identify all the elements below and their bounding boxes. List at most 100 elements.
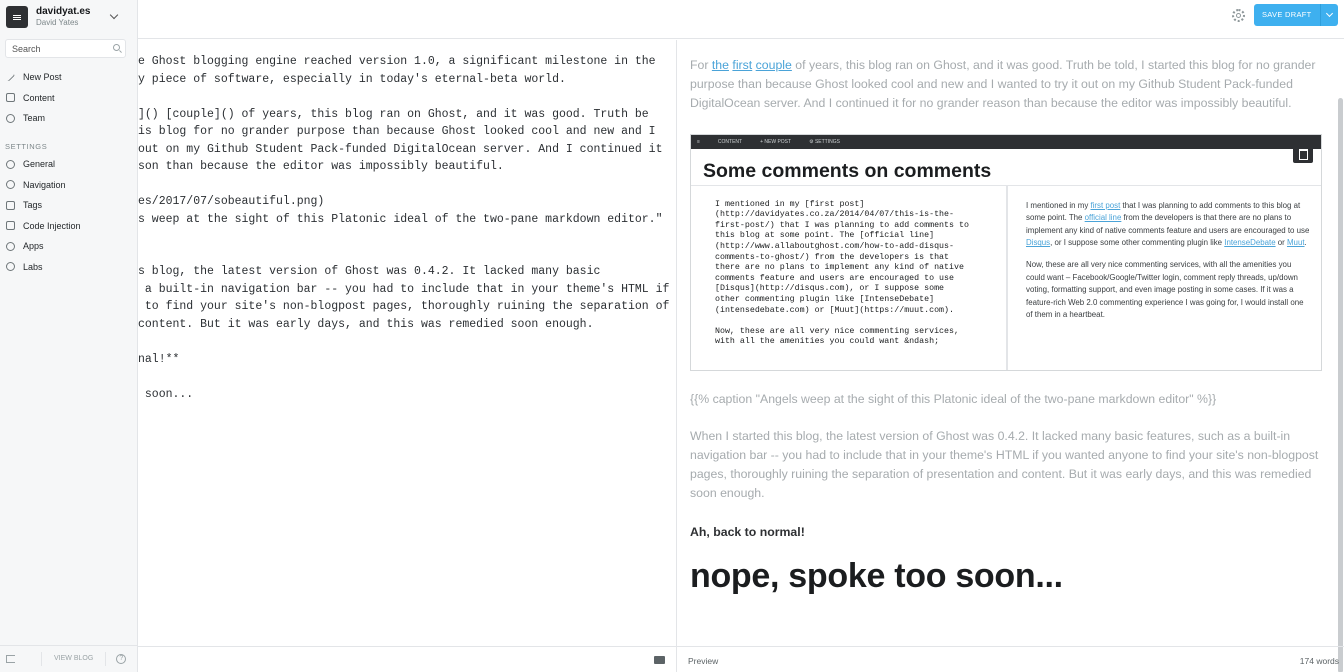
- editor-footer: [138, 646, 676, 672]
- editor-line[interactable]: to find your site's non-blogpost pages, …: [138, 298, 670, 316]
- editor-line[interactable]: s weep at the sight of this Platonic ide…: [138, 211, 669, 229]
- delete-image-icon[interactable]: [1293, 142, 1313, 163]
- editor-line[interactable]: ]() [couple]() of years, this blog ran o…: [138, 106, 669, 124]
- save-button-group: SAVE DRAFT: [1254, 4, 1338, 26]
- gear-icon: [6, 159, 15, 169]
- nav-item-apps[interactable]: Apps: [0, 236, 138, 257]
- screenshot-preview: I mentioned in my first post that I was …: [1008, 186, 1321, 370]
- editor-line[interactable]: [138, 333, 669, 351]
- sidebar: davidyat.es David Yates New Post Content…: [0, 0, 138, 672]
- editor-line[interactable]: es/2017/07/sobeautiful.png): [138, 193, 669, 211]
- preview-heading: nope, spoke too soon...: [690, 556, 1063, 595]
- screenshot-nav-settings: ⚙ SETTINGS: [809, 138, 840, 145]
- pencil-icon: [5, 72, 16, 82]
- nav-item-label: General: [23, 159, 56, 170]
- screenshot-link: Muut: [1286, 238, 1305, 248]
- blog-menu[interactable]: davidyat.es David Yates: [0, 0, 137, 34]
- help-icon[interactable]: ?: [116, 654, 127, 664]
- screenshot-link: first post: [1090, 200, 1121, 210]
- editor-line[interactable]: son than because the editor was impossib…: [138, 158, 669, 176]
- chevron-down-icon[interactable]: [109, 10, 119, 20]
- preview-scrollbar[interactable]: [1338, 40, 1344, 672]
- screenshot-post-title: Some comments on comments: [691, 149, 1321, 186]
- link-couple[interactable]: couple: [756, 58, 792, 72]
- preview-pane: For the first couple of years, this blog…: [677, 40, 1338, 645]
- nav-item-content[interactable]: Content: [0, 88, 138, 109]
- markdown-editor[interactable]: e Ghost blogging engine reached version …: [138, 40, 676, 645]
- nav-item-label: New Post: [23, 72, 62, 83]
- search-icon[interactable]: [113, 44, 120, 51]
- markdown-text[interactable]: e Ghost blogging engine reached version …: [138, 53, 669, 403]
- nav-item-tags[interactable]: Tags: [0, 195, 138, 216]
- link-the[interactable]: the: [712, 58, 729, 72]
- labs-icon: [6, 262, 15, 272]
- link-first[interactable]: first: [732, 58, 752, 72]
- screenshot-nav-content: CONTENT: [717, 138, 743, 145]
- nav-item-new-post[interactable]: New Post: [0, 67, 138, 88]
- search-box: [5, 39, 126, 58]
- tag-icon: [6, 200, 15, 210]
- nav-item-team[interactable]: Team: [0, 108, 138, 129]
- view-blog-link[interactable]: VIEW BLOG: [41, 652, 107, 666]
- editor-line[interactable]: content. But it was early days, and this…: [138, 316, 669, 334]
- blog-title: davidyat.es: [36, 6, 91, 17]
- nav-item-label: Code Injection: [23, 220, 81, 231]
- word-count: 174 words: [1299, 656, 1339, 666]
- preview-paragraph: When I started this blog, the latest ver…: [690, 428, 1319, 501]
- preview-bold-text: Ah, back to normal!: [690, 524, 805, 539]
- screenshot-link: Disqus: [1026, 238, 1051, 248]
- editor-line[interactable]: [138, 246, 669, 264]
- preview-caption-shortcode: {{% caption "Angels weep at the sight of…: [690, 391, 1217, 406]
- nav-item-label: Content: [23, 92, 55, 103]
- editor-line[interactable]: is blog for no grander purpose than beca…: [138, 123, 669, 141]
- text: I mentioned in my: [1026, 200, 1091, 210]
- editor-line[interactable]: [138, 88, 669, 106]
- editor-line[interactable]: [138, 176, 669, 194]
- editor-line[interactable]: y piece of software, especially in today…: [138, 71, 669, 89]
- markdown-help-icon[interactable]: [654, 656, 665, 664]
- code-icon: [6, 221, 15, 231]
- blog-logo-icon: [6, 6, 28, 28]
- editor-line[interactable]: nal!**: [138, 351, 669, 369]
- editor-line[interactable]: e Ghost blogging engine reached version …: [138, 53, 669, 71]
- editor-line[interactable]: [138, 368, 669, 386]
- text: .: [1304, 238, 1307, 248]
- team-icon: [6, 113, 15, 123]
- screenshot-link: IntenseDebate: [1224, 238, 1276, 248]
- compass-icon: [6, 180, 15, 190]
- search-input[interactable]: [6, 43, 106, 54]
- blog-user: David Yates: [36, 18, 79, 27]
- sign-out-icon[interactable]: [6, 655, 15, 663]
- post-settings-icon[interactable]: [1232, 9, 1245, 22]
- nav-item-code-injection[interactable]: Code Injection: [0, 216, 138, 237]
- save-draft-button[interactable]: SAVE DRAFT: [1254, 4, 1320, 26]
- editor-header: SAVE DRAFT: [138, 0, 1344, 39]
- text: , or I suppose some other commenting plu…: [1050, 238, 1225, 248]
- settings-nav: General Navigation Tags Code Injection A…: [0, 154, 138, 277]
- sidebar-footer: VIEW BLOG ?: [0, 645, 138, 672]
- screenshot-toolbar: ≡ CONTENT + NEW POST ⚙ SETTINGS: [691, 134, 1321, 149]
- content-icon: [6, 93, 15, 103]
- editor-line[interactable]: s blog, the latest version of Ghost was …: [138, 263, 669, 281]
- nav-item-general[interactable]: General: [0, 154, 138, 175]
- settings-section-label: SETTINGS: [5, 142, 48, 151]
- preview-footer: Preview 174 words: [677, 646, 1344, 672]
- nav-item-label: Apps: [23, 241, 44, 252]
- editor-line[interactable]: a built-in navigation bar -- you had to …: [138, 281, 670, 299]
- save-options-chevron-icon[interactable]: [1319, 4, 1338, 26]
- editor-screenshot-image: ≡ CONTENT + NEW POST ⚙ SETTINGS Some com…: [690, 133, 1322, 371]
- nav-item-labs[interactable]: Labs: [0, 257, 138, 278]
- nav-item-navigation[interactable]: Navigation: [0, 175, 138, 196]
- apps-icon: [6, 241, 15, 251]
- screenshot-paragraph: Now, these are all very nice commenting …: [1026, 259, 1304, 320]
- scrollbar-thumb[interactable]: [1338, 98, 1343, 672]
- screenshot-nav-new-post: + NEW POST: [760, 138, 792, 145]
- editor-line[interactable]: out on my Github Student Pack-funded Dig…: [138, 141, 669, 159]
- nav-item-label: Team: [23, 113, 46, 124]
- preview-paragraph: For the first couple of years, this blog…: [690, 56, 1322, 114]
- editor-line[interactable]: [138, 228, 669, 246]
- preview-label: Preview: [688, 656, 719, 666]
- nav-item-label: Labs: [23, 261, 43, 272]
- screenshot-link: official line: [1084, 213, 1122, 223]
- editor-line[interactable]: soon...: [138, 386, 669, 404]
